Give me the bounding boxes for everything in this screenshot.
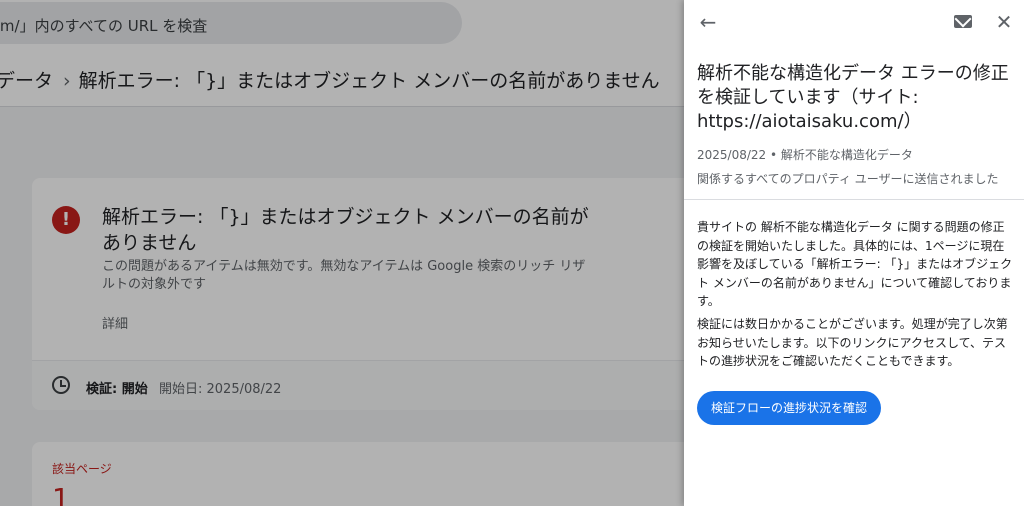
validation-side-panel: ← ✕ 解析不能な構造化データ エラーの修正を検証しています（サイト: http…	[684, 0, 1024, 506]
modal-scrim[interactable]	[0, 0, 684, 506]
divider	[684, 199, 1024, 200]
panel-meta-date: 2025/08/22 • 解析不能な構造化データ	[697, 148, 913, 162]
panel-body-paragraph-1: 貴サイトの 解析不能な構造化データ に関する問題の修正の検証を開始いたしました。…	[697, 220, 1013, 308]
close-icon[interactable]: ✕	[992, 10, 1016, 34]
check-progress-button[interactable]: 検証フローの進捗状況を確認	[697, 391, 882, 425]
panel-title: 解析不能な構造化データ エラーの修正を検証しています（サイト: https://…	[697, 63, 1009, 132]
arrow-back-icon[interactable]: ←	[696, 10, 720, 34]
mail-icon[interactable]	[952, 10, 976, 34]
background-page: ku.com/」内のすべての URL を検査 データ›解析エラー: 「}」または…	[0, 0, 684, 506]
panel-body-paragraph-2: 検証には数日かかることがございます。処理が完了し次第お知らせいたします。以下のリ…	[697, 317, 1008, 368]
panel-sent-note: 関係するすべてのプロパティ ユーザーに送信されました	[697, 172, 999, 186]
